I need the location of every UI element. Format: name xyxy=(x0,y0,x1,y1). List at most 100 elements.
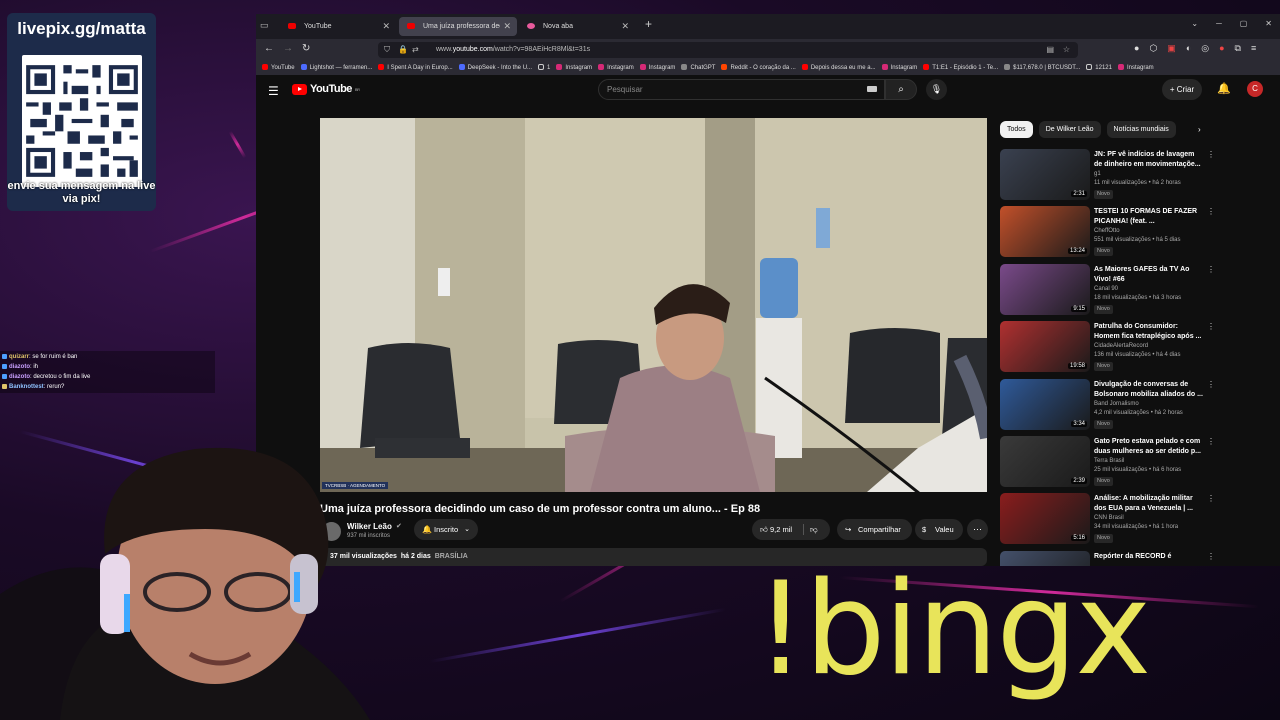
bookmark-item[interactable]: Instagram xyxy=(598,61,634,75)
channel-name[interactable]: Terra Brasil xyxy=(1094,458,1124,464)
video-thumbnail[interactable]: 2:39 xyxy=(1000,435,1090,487)
channel-name[interactable]: Band Jornalismo xyxy=(1094,401,1139,407)
video-player[interactable]: TVCRBSB · AGENDAMENTO xyxy=(320,118,987,492)
hamburger-menu-icon[interactable]: ☰ xyxy=(268,84,279,98)
youtube-logo[interactable]: YouTube BR xyxy=(292,82,360,96)
recommended-video[interactable]: 2:31 JN: PF vê indícios de lavagem de din… xyxy=(1000,149,1230,206)
chevron-right-icon[interactable]: › xyxy=(1198,125,1201,134)
video-title[interactable]: JN: PF vê indícios de lavagem de dinheir… xyxy=(1094,150,1204,170)
chip-channel[interactable]: De Wilker Leão xyxy=(1038,121,1101,138)
channel-name[interactable]: CNN Brasil xyxy=(1094,515,1124,521)
bookmark-item[interactable]: T1:E1 - Episódio 1 - Te... xyxy=(923,61,998,75)
extension-icon[interactable]: ◎ xyxy=(1201,43,1209,54)
new-tab-button[interactable]: + xyxy=(645,17,652,31)
tab-list-icon[interactable]: ▭ xyxy=(260,20,269,31)
video-thumbnail[interactable]: 9:15 xyxy=(1000,263,1090,315)
tab-youtube[interactable]: YouTube ✕ xyxy=(280,17,396,36)
dislike-button[interactable]: 👎︎ xyxy=(810,519,818,540)
close-icon[interactable]: ✕ xyxy=(382,17,390,36)
channel-name[interactable]: g1 xyxy=(1094,171,1101,177)
video-title[interactable]: Análise: A mobilização militar dos EUA p… xyxy=(1094,494,1204,514)
star-icon[interactable]: ☆ xyxy=(1063,42,1070,58)
keyboard-icon[interactable] xyxy=(867,86,877,92)
bookmark-item[interactable]: I Spent A Day in Europ... xyxy=(378,61,453,75)
channel-name[interactable]: Canal 90 xyxy=(1094,286,1118,292)
video-thumbnail[interactable]: 3:34 xyxy=(1000,378,1090,430)
extension-icon[interactable]: ● xyxy=(1219,43,1224,54)
bookmark-item[interactable]: DeepSeek - Into the U... xyxy=(458,61,532,75)
video-title[interactable]: Gato Preto estava pelado e com duas mulh… xyxy=(1094,437,1204,457)
video-thumbnail[interactable]: 13:24 xyxy=(1000,206,1090,258)
tab-new[interactable]: Nova aba ✕ xyxy=(519,17,635,36)
forward-icon[interactable]: → xyxy=(283,43,293,54)
channel-name[interactable]: CidadeAlertaRecord xyxy=(1094,343,1148,349)
thanks-button[interactable]: $ Valeu xyxy=(915,519,963,540)
bookmark-item[interactable]: Depois dessa eu me a... xyxy=(801,61,876,75)
bookmark-item[interactable]: Reddit - O coração da ... xyxy=(721,61,796,75)
extension-icon[interactable]: ⬡ xyxy=(1149,43,1157,54)
close-icon[interactable]: ✕ xyxy=(500,17,511,36)
recommended-video[interactable]: 2:39 Gato Preto estava pelado e com duas … xyxy=(1000,435,1230,493)
extension-icon[interactable]: ● xyxy=(1134,43,1139,54)
more-options-icon[interactable]: ⋮ xyxy=(1207,207,1215,216)
avatar[interactable]: C xyxy=(1247,81,1263,97)
maximize-icon[interactable]: ▢ xyxy=(1240,19,1248,28)
url-bar[interactable]: ⛉ 🔒 ⇄ www.youtube.com/watch?v=98AEiHcR8M… xyxy=(378,42,1078,58)
bookmark-item[interactable]: $117,678.0 | BTCUSDT... xyxy=(1004,61,1080,75)
bookmark-item[interactable]: Instagram xyxy=(556,61,592,75)
extension-icon[interactable]: ◐ xyxy=(1186,43,1191,54)
create-button[interactable]: + Criar xyxy=(1162,79,1202,100)
chip-all[interactable]: Todos xyxy=(1000,121,1033,138)
more-options-icon[interactable]: ⋮ xyxy=(1207,265,1215,274)
extension-icon[interactable]: ▣ xyxy=(1167,43,1176,54)
bookmark-item[interactable]: Instagram xyxy=(881,61,917,75)
bookmark-item[interactable]: 12121 xyxy=(1086,61,1112,75)
chip-world-news[interactable]: Notícias mundiais xyxy=(1106,121,1176,138)
video-title[interactable]: TESTEI 10 FORMAS DE FAZER PICANHA! (feat… xyxy=(1094,207,1204,227)
voice-search-button[interactable]: 🎙 xyxy=(926,79,947,100)
bookmark-item[interactable]: YouTube xyxy=(262,61,295,75)
recommended-video[interactable]: 19:58 Patrulha do Consumidor: Homem fica … xyxy=(1000,321,1230,378)
minimize-icon[interactable]: ─ xyxy=(1216,19,1222,28)
video-title[interactable]: Repórter da RECORD é xyxy=(1094,552,1204,562)
bookmark-item[interactable]: 1 xyxy=(538,61,550,75)
back-icon[interactable]: ← xyxy=(264,43,274,54)
menu-icon[interactable]: ≡ xyxy=(1251,43,1256,54)
bookmark-item[interactable]: Lightshot — ferramen... xyxy=(300,61,372,75)
recommended-video[interactable]: 9:15 As Maiores GAFES da TV Ao Vivo! #66 C… xyxy=(1000,263,1230,321)
close-window-icon[interactable]: ✕ xyxy=(1265,19,1272,28)
video-thumbnail[interactable]: 5:16 xyxy=(1000,493,1090,545)
recommended-video[interactable]: 13:24 TESTEI 10 FORMAS DE FAZER PICANHA! … xyxy=(1000,206,1230,263)
more-options-icon[interactable]: ⋮ xyxy=(1207,552,1215,561)
video-thumbnail[interactable] xyxy=(1000,550,1090,566)
recommended-video[interactable]: 5:16 Análise: A mobilização militar dos E… xyxy=(1000,493,1230,550)
recommended-video[interactable]: Repórter da RECORD é ⋮ xyxy=(1000,550,1230,566)
share-button[interactable]: ↪ Compartilhar xyxy=(837,519,912,540)
location-tag[interactable]: BRASÍLIA xyxy=(435,553,468,560)
search-button[interactable]: ⌕ xyxy=(885,79,917,100)
more-options-icon[interactable]: ⋮ xyxy=(1207,322,1215,331)
search-input[interactable]: Pesquisar xyxy=(598,79,885,100)
close-icon[interactable]: ✕ xyxy=(621,17,629,36)
more-options-icon[interactable]: ⋮ xyxy=(1207,380,1215,389)
bookmark-item[interactable]: Instagram xyxy=(639,61,675,75)
bookmark-item[interactable]: Instagram xyxy=(1117,61,1154,75)
video-title[interactable]: Patrulha do Consumidor: Homem fica tetra… xyxy=(1094,322,1204,342)
more-actions-icon[interactable]: ⋯ xyxy=(967,519,988,540)
extensions-menu-icon[interactable]: ⧉ xyxy=(1235,43,1241,54)
more-options-icon[interactable]: ⋮ xyxy=(1207,494,1215,503)
video-title[interactable]: As Maiores GAFES da TV Ao Vivo! #66 xyxy=(1094,265,1204,285)
reload-icon[interactable]: ↻ xyxy=(302,43,310,54)
like-button[interactable]: 👍︎ 9,2 mil xyxy=(760,519,792,540)
reader-view-icon[interactable]: ▤ xyxy=(1046,42,1054,58)
recommended-video[interactable]: 3:34 Divulgação de conversas de Bolsonaro… xyxy=(1000,378,1230,436)
more-options-icon[interactable]: ⋮ xyxy=(1207,437,1215,446)
notifications-icon[interactable]: 🔔 xyxy=(1217,82,1231,95)
bookmark-item[interactable]: ChatGPT xyxy=(681,61,715,75)
video-title[interactable]: Divulgação de conversas de Bolsonaro mob… xyxy=(1094,380,1204,400)
chevron-down-icon[interactable]: ⌄ xyxy=(1191,19,1198,28)
tab-video[interactable]: Uma juíza professora decid ✕ xyxy=(399,17,517,36)
video-thumbnail[interactable]: 19:58 xyxy=(1000,321,1090,373)
video-thumbnail[interactable]: 2:31 xyxy=(1000,149,1090,200)
channel-name[interactable]: CheffOtto xyxy=(1094,228,1120,234)
